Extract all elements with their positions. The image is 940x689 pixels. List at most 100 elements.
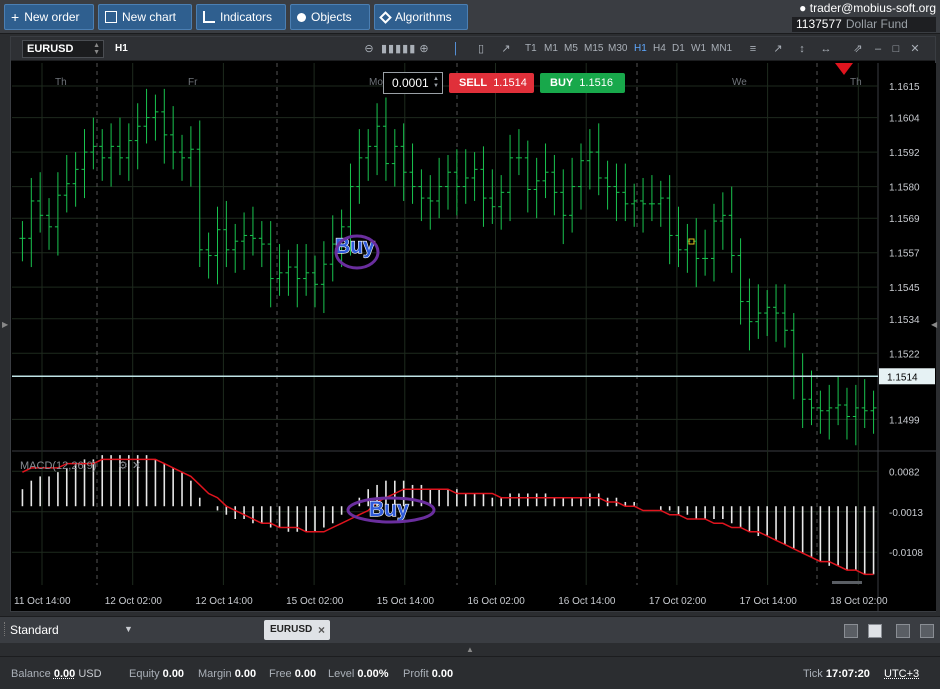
objects-button[interactable]: Objects [290, 4, 370, 30]
detach-icon[interactable]: ⇗ [851, 42, 865, 56]
tab-eurusd[interactable]: EURUSD × [264, 620, 330, 640]
level-stat: Level 0.00% [328, 668, 389, 680]
trendline-tool-icon[interactable]: ↗ [771, 42, 785, 56]
chart-window: EURUSD ▲ ▼ H1 ⊖ ▮▮▮▮▮ ⊕ │ ▯ ↗ T1 M1 M5 M1… [10, 36, 936, 612]
close-tab-icon[interactable]: × [318, 620, 325, 640]
volume-spin-icon: ▲ ▼ [433, 76, 439, 89]
timeframe-mn1[interactable]: MN1 [711, 42, 732, 56]
sell-label: SELL [459, 77, 488, 89]
time-tick-label: 12 Oct 14:00 [195, 596, 253, 607]
timeframe-m30[interactable]: M30 [608, 42, 627, 56]
expand-panel-icon[interactable]: ▲ [466, 645, 474, 654]
algorithms-button[interactable]: Algorithms [374, 4, 468, 30]
new-order-label: New order [24, 10, 80, 24]
single-layout-icon[interactable] [844, 624, 858, 638]
macd-tick-label: 0.0082 [889, 467, 920, 478]
line-chart-type-icon[interactable]: ↗ [499, 42, 513, 56]
diamond-icon [379, 10, 392, 24]
zoom-out-icon[interactable]: ⊖ [362, 42, 376, 56]
symbol-value: EURUSD [27, 43, 74, 55]
left-collapse-icon[interactable]: ▶ [2, 320, 8, 329]
account-user: trader@mobius-soft.org [809, 1, 936, 15]
profit-stat: Profit 0.00 [403, 668, 454, 680]
sell-button[interactable]: SELL 1.1514 [449, 73, 534, 93]
buy-button[interactable]: BUY 1.1516 [540, 73, 625, 93]
columns-layout-icon[interactable] [896, 624, 910, 638]
bar-chart-icon [203, 11, 215, 23]
timezone-selector[interactable]: UTC+3 [884, 668, 919, 680]
timeframe-w1[interactable]: W1 [691, 42, 706, 56]
price-tick-label: 1.1522 [889, 349, 920, 360]
grid-layout-icon[interactable] [868, 624, 882, 638]
day-label: Fr [188, 77, 198, 88]
price-tick-label: 1.1557 [889, 249, 920, 260]
buy-label: BUY [550, 77, 574, 89]
rows-layout-icon[interactable] [920, 624, 934, 638]
candle-chart-type-icon[interactable]: ▯ [474, 42, 488, 56]
macd-title: MACD(12,26,9) [20, 460, 96, 472]
balance-stat: Balance 0.00 USD [11, 668, 102, 680]
timeframe-d1[interactable]: D1 [672, 42, 685, 56]
bar-chart-type-icon[interactable]: │ [449, 42, 463, 56]
maximize-icon[interactable]: □ [889, 42, 903, 56]
right-collapse-icon[interactable]: ◀ [931, 320, 937, 329]
main-toolbar: + New order New chart Indicators Objects… [0, 0, 940, 34]
time-tick-label: 12 Oct 02:00 [105, 596, 163, 607]
zoom-in-icon[interactable]: ⊕ [417, 42, 431, 56]
time-tick-label: 16 Oct 14:00 [558, 596, 616, 607]
current-timeframe: H1 [115, 43, 128, 54]
timeframe-h4[interactable]: H4 [653, 42, 666, 56]
chevron-down-icon[interactable]: ▼ [124, 624, 133, 634]
current-price-label: 1.1514 [887, 372, 918, 383]
time-tick-label: 11 Oct 14:00 [14, 596, 71, 607]
layout-selector[interactable]: Standard [10, 623, 59, 637]
workspace-tab-bar: Standard ▼ EURUSD × [0, 616, 940, 643]
price-tick-label: 1.1545 [889, 283, 920, 294]
price-tick-label: 1.1499 [889, 415, 920, 426]
day-label: We [732, 77, 747, 88]
account-info[interactable]: ● trader@mobius-soft.org 1137577 Dollar F… [792, 1, 936, 32]
close-icon[interactable]: ✕ [908, 42, 922, 56]
timeframe-m1[interactable]: M1 [544, 42, 558, 56]
volume-input[interactable]: 0.0001 ▲ ▼ [383, 72, 443, 94]
plus-icon: + [11, 9, 20, 25]
horizontal-scrollbar [832, 581, 862, 584]
zoom-slider[interactable]: ▮▮▮▮▮ [381, 42, 415, 56]
time-tick-label: 15 Oct 14:00 [377, 596, 435, 607]
close-indicator-icon: ✕ [132, 460, 141, 472]
new-chart-label: New chart [122, 10, 177, 24]
font-settings-icon[interactable]: ≡ [746, 42, 760, 56]
status-bar: Balance 0.00 USD Equity 0.00 Margin 0.00… [0, 656, 940, 689]
free-stat: Free 0.00 [269, 668, 317, 680]
drag-handle-icon [4, 622, 8, 636]
timeframe-m15[interactable]: M15 [584, 42, 603, 56]
day-label: Mo [369, 77, 383, 88]
time-tick-label: 15 Oct 02:00 [286, 596, 344, 607]
sell-price: 1.1514 [493, 77, 527, 89]
new-order-button[interactable]: + New order [4, 4, 94, 30]
algorithms-label: Algorithms [395, 10, 452, 24]
buy-price: 1.1516 [579, 77, 613, 89]
objects-label: Objects [311, 10, 352, 24]
indicators-button[interactable]: Indicators [196, 4, 286, 30]
balance-value[interactable]: 0.00 [54, 668, 75, 680]
horizontal-line-icon[interactable]: ↔ [819, 42, 833, 56]
price-tick-label: 1.1604 [889, 114, 920, 125]
new-chart-button[interactable]: New chart [98, 4, 192, 30]
symbol-selector[interactable]: EURUSD ▲ ▼ [22, 40, 104, 58]
timeframe-h1[interactable]: H1 [634, 42, 647, 56]
equity-stat: Equity 0.00 [129, 668, 185, 680]
macd-tick-label: -0.0013 [889, 508, 923, 519]
time-tick-label: 16 Oct 02:00 [468, 596, 526, 607]
minimize-icon[interactable]: – [871, 42, 885, 56]
price-chart[interactable]: Th Fr Mo We Th MACD(12,26,9) ⚙ ✕ 1.1615 1.1604 1… [12, 63, 936, 611]
vertical-line-icon[interactable]: ↕ [795, 42, 809, 56]
timeframe-t1[interactable]: T1 [525, 42, 537, 56]
buy-annotation-macd: Buy [369, 498, 409, 521]
day-label: Th [850, 77, 862, 88]
chart-icon [105, 11, 117, 23]
timeframe-m5[interactable]: M5 [564, 42, 578, 56]
volume-value: 0.0001 [392, 76, 429, 90]
account-id: 1137577 [796, 17, 842, 31]
time-tick-label: 17 Oct 14:00 [740, 596, 798, 607]
